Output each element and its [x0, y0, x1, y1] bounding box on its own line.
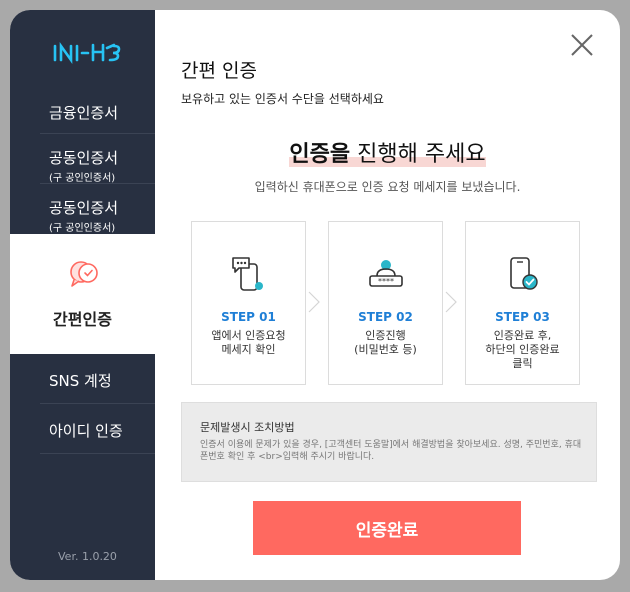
sidebar-item-label: 공동인증서	[49, 199, 119, 217]
step-card-2: **** STEP 02 인증진행 (비밀번호 등)	[328, 221, 443, 385]
version-label: Ver. 1.0.20	[58, 550, 117, 563]
headline: 인증을 진행해 주세요	[155, 136, 620, 168]
step-card-3: STEP 03 인증완료 후, 하단의 인증완료 클릭	[465, 221, 580, 385]
ini-hub-logo-icon	[53, 41, 121, 65]
notice-body: 인증서 이용에 문제가 있을 경우, [고객센터 도움말]에서 해결방법을 찾아…	[200, 440, 582, 462]
sidebar-item-label: SNS 계정	[49, 372, 112, 390]
notice-box: 문제발생시 조치방법 인증서 이용에 문제가 있을 경우, [고객센터 도움말]…	[181, 402, 597, 482]
step-name: STEP 03	[495, 310, 550, 324]
svg-text:****: ****	[378, 277, 394, 286]
sidebar-item-sublabel: (구 공인인증서)	[49, 173, 116, 184]
chat-bubbles-icon	[68, 259, 100, 293]
confirm-button[interactable]: 인증완료	[253, 501, 521, 555]
sidebar-item-label: 금융인증서	[49, 104, 119, 122]
password-icon: ****	[366, 254, 406, 298]
headline-rest: 진행해 주세요	[350, 142, 486, 167]
sidebar-item-id-auth[interactable]: 아이디 인증	[40, 404, 155, 454]
notice-title: 문제발생시 조치방법	[200, 421, 295, 434]
headline-bold: 인증을	[289, 142, 351, 167]
step-name: STEP 01	[221, 310, 276, 324]
sidebar-item-label: 아이디 인증	[49, 422, 123, 440]
chevron-right-icon	[308, 291, 320, 313]
phone-check-icon	[503, 254, 543, 298]
sidebar-item-sns[interactable]: SNS 계정	[40, 354, 155, 404]
sidebar-item-joint-cert-1[interactable]: 공동인증서 (구 공인인증서)	[40, 134, 155, 184]
sidebar: 금융인증서 공동인증서 (구 공인인증서) 공동인증서 (구 공인인증서) 간편…	[10, 10, 155, 580]
sidebar-item-simple-auth[interactable]: 간편인증	[10, 234, 155, 354]
page-title: 간편 인증	[181, 60, 257, 82]
page-subtitle: 보유하고 있는 인증서 수단을 선택하세요	[181, 92, 384, 106]
step-description: 인증진행 (비밀번호 등)	[354, 329, 417, 356]
sidebar-item-financial-cert[interactable]: 금융인증서	[40, 90, 155, 134]
close-button[interactable]	[569, 32, 595, 58]
sidebar-item-sublabel: (구 공인인증서)	[49, 223, 116, 234]
step-description: 인증완료 후, 하단의 인증완료 클릭	[485, 329, 560, 370]
step-description: 앱에서 인증요청 메세지 확인	[211, 329, 286, 356]
step-name: STEP 02	[358, 310, 413, 324]
sidebar-item-joint-cert-2[interactable]: 공동인증서 (구 공인인증서)	[40, 184, 155, 234]
chevron-right-icon	[445, 291, 457, 313]
sidebar-item-label: 공동인증서	[49, 149, 119, 167]
main-content: 간편 인증 보유하고 있는 인증서 수단을 선택하세요 인증을 진행해 주세요 …	[155, 10, 620, 580]
app-logo	[52, 40, 132, 66]
step-card-1: STEP 01 앱에서 인증요청 메세지 확인	[191, 221, 306, 385]
phone-message-icon	[229, 254, 269, 298]
auth-dialog: 금융인증서 공동인증서 (구 공인인증서) 공동인증서 (구 공인인증서) 간편…	[10, 10, 620, 580]
description: 입력하신 휴대폰으로 인증 요청 메세지를 보냈습니다.	[254, 180, 521, 194]
close-icon	[571, 34, 593, 56]
sidebar-item-label: 간편인증	[53, 310, 112, 329]
